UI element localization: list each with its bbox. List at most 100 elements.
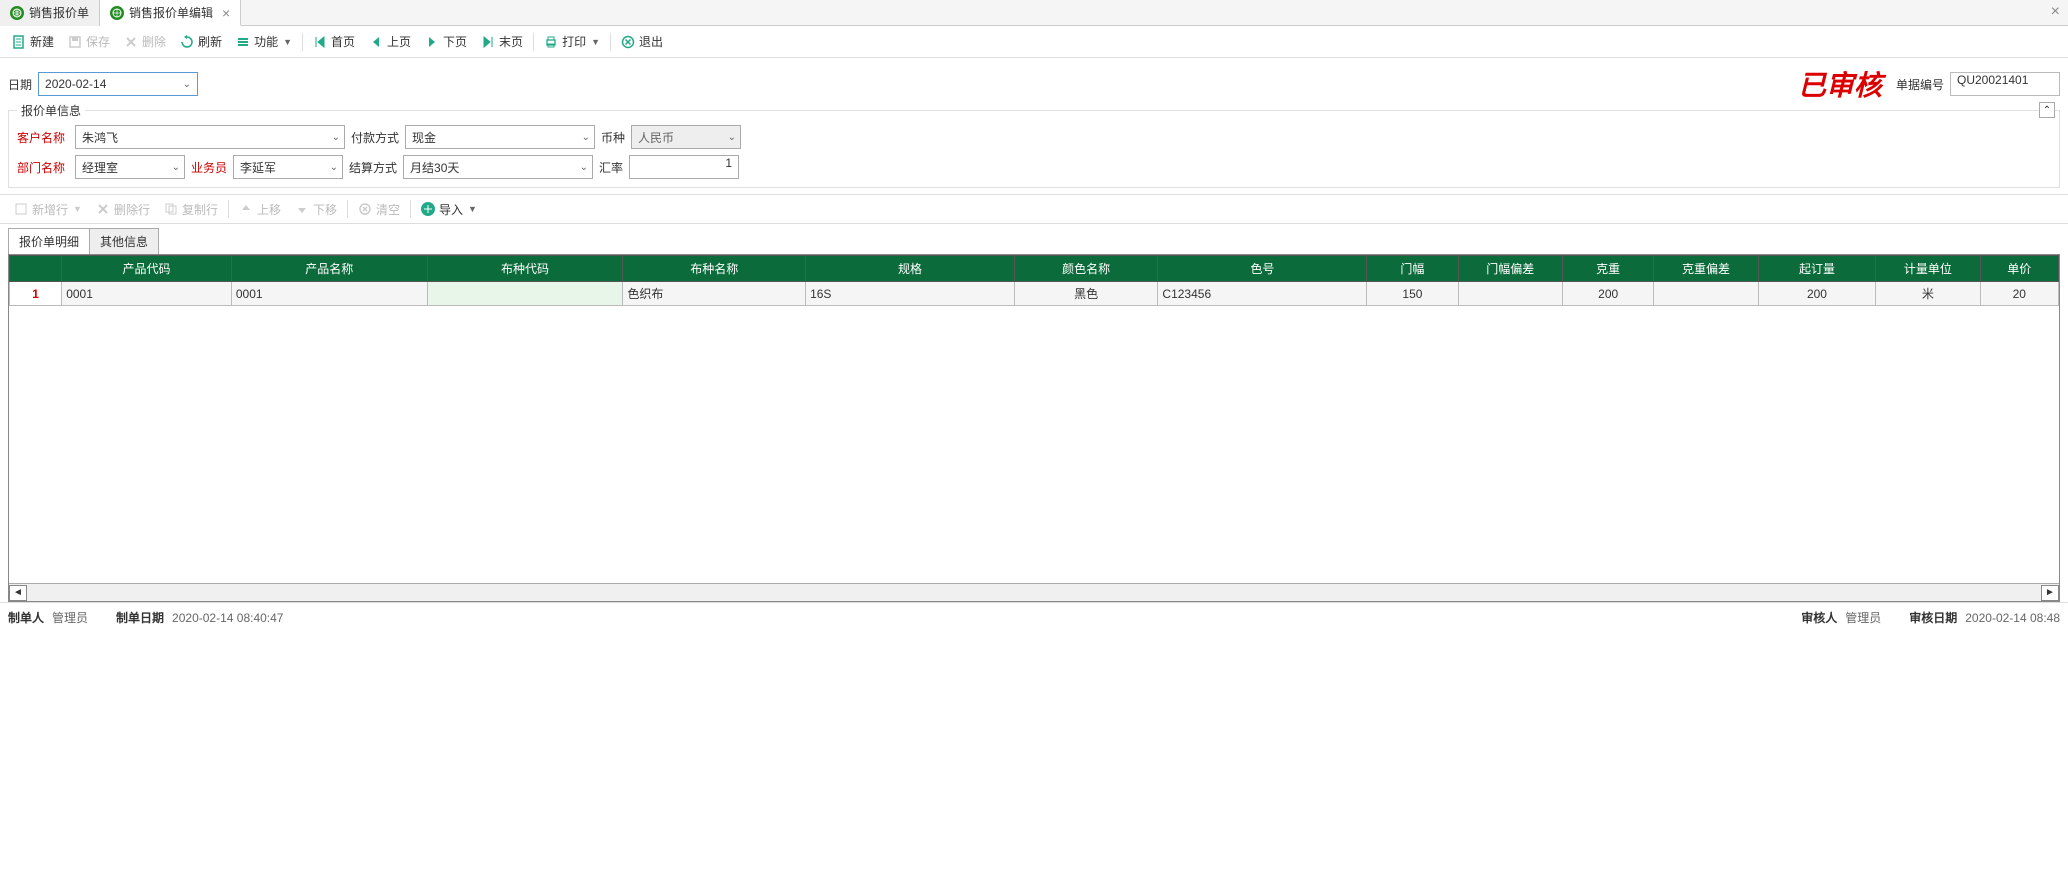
refresh-button[interactable]: 刷新 — [174, 31, 228, 52]
rate-value: 1 — [725, 156, 732, 170]
cell-price[interactable]: 20 — [1980, 282, 2058, 306]
auditor-value: 管理员 — [1845, 609, 1881, 626]
cell-moq[interactable]: 200 — [1758, 282, 1875, 306]
cell-color-no[interactable]: C123456 — [1158, 282, 1367, 306]
close-all-icon[interactable]: × — [2051, 3, 2060, 21]
form-panel: 报价单信息 ⌃ 客户名称 朱鸿飞 ⌄ 付款方式 现金 ⌄ 币种 人民币 ⌄ 部门… — [8, 110, 2060, 188]
table-row[interactable]: 1 0001 0001 色织布 16S 黑色 C123456 150 200 2… — [10, 282, 2059, 306]
creator-label: 制单人 — [8, 609, 44, 626]
dept-combo[interactable]: 经理室 ⌄ — [75, 155, 185, 179]
chevron-down-icon: ⌄ — [183, 79, 191, 90]
globe-icon — [110, 6, 124, 20]
payment-value: 现金 — [412, 129, 436, 146]
tab-sales-quote-edit[interactable]: 销售报价单编辑 × — [100, 0, 241, 26]
print-button[interactable]: 打印 ▼ — [538, 31, 606, 52]
exit-button[interactable]: 退出 — [615, 31, 669, 52]
col-spec[interactable]: 规格 — [806, 256, 1015, 282]
cell-fabric-name[interactable]: 色织布 — [623, 282, 806, 306]
col-width[interactable]: 门幅 — [1367, 256, 1458, 282]
next-page-button[interactable]: 下页 — [419, 31, 473, 52]
prev-icon — [369, 35, 383, 49]
cell-width-dev[interactable] — [1458, 282, 1562, 306]
date-input[interactable]: 2020-02-14 ⌄ — [38, 72, 198, 96]
audit-stamp: 已审核 — [1798, 64, 1882, 104]
move-up-button: 上移 — [233, 199, 287, 220]
header-row: 日期 2020-02-14 ⌄ 已审核 单据编号 QU20021401 — [0, 58, 2068, 110]
cell-weight-dev[interactable] — [1654, 282, 1758, 306]
tab-other[interactable]: 其他信息 — [89, 228, 159, 254]
col-rownum[interactable] — [10, 256, 62, 282]
date-label: 日期 — [8, 76, 32, 93]
separator — [228, 200, 229, 218]
close-icon[interactable]: × — [222, 5, 230, 21]
col-weight[interactable]: 克重 — [1562, 256, 1653, 282]
doc-no-input[interactable]: QU20021401 — [1950, 72, 2060, 96]
import-button[interactable]: 导入 ▼ — [415, 199, 483, 220]
settle-combo[interactable]: 月结30天 ⌄ — [403, 155, 593, 179]
function-button[interactable]: 功能 ▼ — [230, 31, 298, 52]
currency-label: 币种 — [601, 129, 625, 146]
col-product-name[interactable]: 产品名称 — [231, 256, 427, 282]
col-fabric-code[interactable]: 布种代码 — [427, 256, 623, 282]
cell-spec[interactable]: 16S — [806, 282, 1015, 306]
grid-empty-area — [9, 306, 2059, 583]
copy-icon — [164, 202, 178, 216]
salesman-combo[interactable]: 李延军 ⌄ — [233, 155, 343, 179]
col-fabric-name[interactable]: 布种名称 — [623, 256, 806, 282]
col-color-name[interactable]: 颜色名称 — [1014, 256, 1158, 282]
chevron-down-icon: ⌄ — [582, 132, 590, 143]
audit-date-value: 2020-02-14 08:48 — [1965, 611, 2060, 625]
last-page-button[interactable]: 末页 — [475, 31, 529, 52]
cell-product-name[interactable]: 0001 — [231, 282, 427, 306]
rate-label: 汇率 — [599, 159, 623, 176]
print-icon — [544, 35, 558, 49]
tab-sales-quote[interactable]: 销售报价单 — [0, 0, 100, 26]
date-value: 2020-02-14 — [45, 77, 106, 91]
col-uom[interactable]: 计量单位 — [1876, 256, 1980, 282]
scroll-track[interactable] — [27, 585, 2041, 601]
tab-label: 销售报价单编辑 — [129, 4, 213, 21]
col-price[interactable]: 单价 — [1980, 256, 2058, 282]
first-page-button[interactable]: 首页 — [307, 31, 361, 52]
horizontal-scrollbar[interactable]: ◄ ► — [9, 583, 2059, 601]
cell-width[interactable]: 150 — [1367, 282, 1458, 306]
col-width-dev[interactable]: 门幅偏差 — [1458, 256, 1562, 282]
cell-rownum[interactable]: 1 — [10, 282, 62, 306]
detail-tabs: 报价单明细 其他信息 — [0, 224, 2068, 254]
col-product-code[interactable]: 产品代码 — [62, 256, 232, 282]
tab-detail[interactable]: 报价单明细 — [8, 228, 90, 254]
refresh-icon — [180, 35, 194, 49]
cell-fabric-code[interactable] — [427, 282, 623, 306]
save-button: 保存 — [62, 31, 116, 52]
cell-weight[interactable]: 200 — [1562, 282, 1653, 306]
doc-no-label: 单据编号 — [1896, 76, 1944, 93]
cell-color-name[interactable]: 黑色 — [1014, 282, 1158, 306]
menu-icon — [236, 35, 250, 49]
audit-date-label: 审核日期 — [1909, 609, 1957, 626]
chevron-down-icon: ⌄ — [172, 162, 180, 173]
grid-header-row: 产品代码 产品名称 布种代码 布种名称 规格 颜色名称 色号 门幅 门幅偏差 克… — [10, 256, 2059, 282]
auditor-label: 审核人 — [1801, 609, 1837, 626]
cell-uom[interactable]: 米 — [1876, 282, 1980, 306]
scroll-right-icon[interactable]: ► — [2041, 585, 2059, 601]
new-button[interactable]: 新建 — [6, 31, 60, 52]
add-row-button: 新增行 ▼ — [8, 199, 88, 220]
currency-combo: 人民币 ⌄ — [631, 125, 741, 149]
col-weight-dev[interactable]: 克重偏差 — [1654, 256, 1758, 282]
del-row-button: 删除行 — [90, 199, 156, 220]
currency-value: 人民币 — [638, 129, 674, 146]
col-color-no[interactable]: 色号 — [1158, 256, 1367, 282]
tab-label: 销售报价单 — [29, 4, 89, 21]
exit-icon — [621, 35, 635, 49]
col-moq[interactable]: 起订量 — [1758, 256, 1875, 282]
collapse-icon[interactable]: ⌃ — [2039, 102, 2055, 118]
prev-page-button[interactable]: 上页 — [363, 31, 417, 52]
customer-label: 客户名称 — [17, 129, 69, 146]
scroll-left-icon[interactable]: ◄ — [9, 585, 27, 601]
rate-input[interactable]: 1 — [629, 155, 739, 179]
footer: 制单人 管理员 制单日期 2020-02-14 08:40:47 审核人 管理员… — [0, 602, 2068, 632]
payment-combo[interactable]: 现金 ⌄ — [405, 125, 595, 149]
salesman-label: 业务员 — [191, 159, 227, 176]
cell-product-code[interactable]: 0001 — [62, 282, 232, 306]
customer-combo[interactable]: 朱鸿飞 ⌄ — [75, 125, 345, 149]
